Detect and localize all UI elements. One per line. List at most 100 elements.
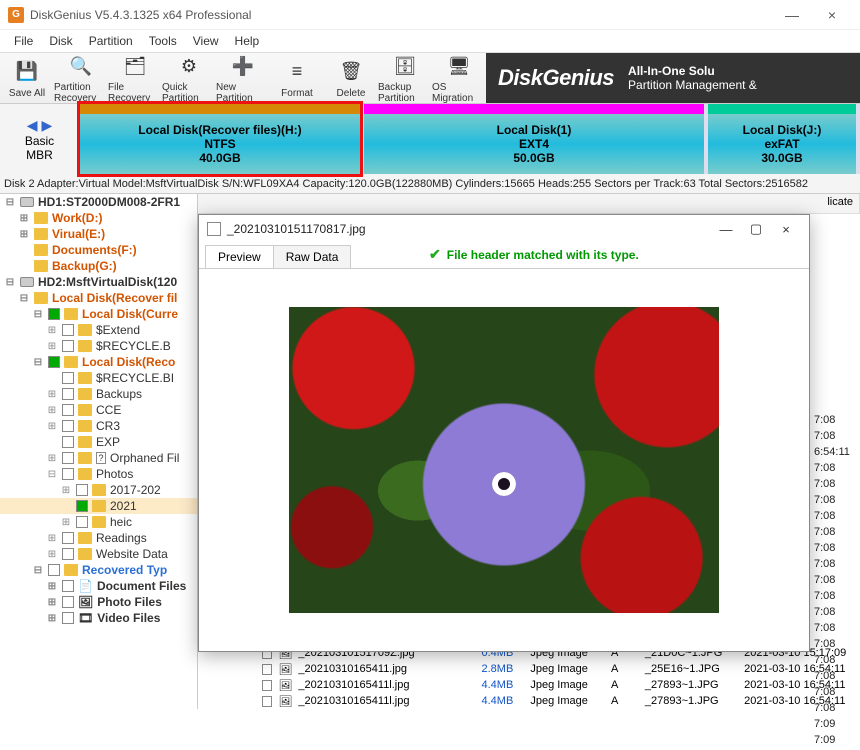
tree-item[interactable]: ⊞$Extend: [0, 322, 197, 338]
checkbox[interactable]: [262, 696, 272, 707]
tree-item[interactable]: 2021: [0, 498, 197, 514]
tree-item[interactable]: Documents(F:): [0, 242, 197, 258]
menu-view[interactable]: View: [187, 32, 225, 50]
tree-item[interactable]: ⊞?Orphaned Fil: [0, 450, 197, 466]
checkbox[interactable]: [262, 664, 272, 675]
preview-minimize[interactable]: —: [711, 222, 741, 237]
tree-item[interactable]: ⊞🎞Video Files: [0, 610, 197, 626]
expand-icon[interactable]: ⊞: [60, 517, 72, 528]
expand-icon[interactable]: ⊟: [4, 197, 16, 208]
checkbox[interactable]: [62, 580, 74, 592]
expand-icon[interactable]: ⊞: [46, 549, 58, 560]
tb-delete[interactable]: 🗑Delete: [324, 58, 378, 99]
expand-icon[interactable]: ⊞: [46, 581, 58, 592]
tree-item[interactable]: ⊟HD2:MsftVirtualDisk(120: [0, 274, 197, 290]
checkbox[interactable]: [62, 388, 74, 400]
checkbox[interactable]: [62, 548, 74, 560]
window-minimize[interactable]: —: [772, 7, 812, 23]
window-close[interactable]: ×: [812, 7, 852, 23]
tree-item[interactable]: ⊞CCE: [0, 402, 197, 418]
tree-item[interactable]: ⊞Work(D:): [0, 210, 197, 226]
tree-item[interactable]: $RECYCLE.BI: [0, 370, 197, 386]
tb-os-migration[interactable]: 🖥OS Migration: [432, 52, 486, 104]
checkbox[interactable]: [62, 532, 74, 544]
menu-file[interactable]: File: [8, 32, 39, 50]
checkbox[interactable]: [62, 324, 74, 336]
checkbox[interactable]: [62, 436, 74, 448]
disk-nav-arrows[interactable]: ◀ ▶: [27, 117, 52, 134]
checkbox[interactable]: [62, 612, 74, 624]
tree-item[interactable]: ⊞📄Document Files: [0, 578, 197, 594]
expand-icon[interactable]: ⊞: [46, 597, 58, 608]
expand-icon[interactable]: ⊟: [32, 309, 44, 320]
preview-titlebar[interactable]: _20210310151170817.jpg — ▢ ×: [199, 215, 809, 243]
tree-item[interactable]: ⊞Backups: [0, 386, 197, 402]
checkbox[interactable]: [62, 372, 74, 384]
expand-icon[interactable]: ⊞: [18, 229, 30, 240]
expand-icon[interactable]: ⊟: [46, 469, 58, 480]
tree-item[interactable]: ⊞Virual(E:): [0, 226, 197, 242]
expand-icon[interactable]: ⊞: [46, 533, 58, 544]
file-row[interactable]: 🖼_20210310165411l.jpg4.4MBJpeg ImageA_27…: [258, 693, 860, 709]
tree-item[interactable]: Backup(G:): [0, 258, 197, 274]
expand-icon[interactable]: ⊞: [46, 613, 58, 624]
tree-item[interactable]: EXP: [0, 434, 197, 450]
partition-h[interactable]: Local Disk(Recover files)(H:) NTFS 40.0G…: [80, 104, 360, 174]
col-duplicate[interactable]: licate: [821, 194, 860, 213]
tree-item[interactable]: ⊟Recovered Typ: [0, 562, 197, 578]
expand-icon[interactable]: ⊞: [46, 325, 58, 336]
expand-icon[interactable]: ⊟: [4, 277, 16, 288]
menu-help[interactable]: Help: [229, 32, 266, 50]
expand-icon[interactable]: ⊞: [46, 453, 58, 464]
checkbox[interactable]: [48, 308, 60, 320]
tree-item[interactable]: ⊞heic: [0, 514, 197, 530]
folder-tree[interactable]: ⊟HD1:ST2000DM008-2FR1⊞Work(D:)⊞Virual(E:…: [0, 194, 198, 709]
tree-item[interactable]: ⊞Readings: [0, 530, 197, 546]
tree-item[interactable]: ⊞CR3: [0, 418, 197, 434]
tree-item[interactable]: ⊟Local Disk(Recover fil: [0, 290, 197, 306]
partition-1[interactable]: Local Disk(1) EXT4 50.0GB: [364, 104, 704, 174]
tree-item[interactable]: ⊞Website Data: [0, 546, 197, 562]
tree-item[interactable]: ⊞2017-202: [0, 482, 197, 498]
expand-icon[interactable]: ⊟: [32, 357, 44, 368]
tab-preview[interactable]: Preview: [205, 245, 274, 268]
expand-icon[interactable]: ⊞: [46, 389, 58, 400]
expand-icon[interactable]: ⊞: [46, 341, 58, 352]
tb-partition-recovery[interactable]: 🔍Partition Recovery: [54, 52, 108, 104]
expand-icon[interactable]: ⊟: [18, 293, 30, 304]
tb-new-partition[interactable]: ➕New Partition: [216, 52, 270, 104]
checkbox[interactable]: [62, 452, 74, 464]
menu-tools[interactable]: Tools: [143, 32, 183, 50]
expand-icon[interactable]: ⊞: [18, 213, 30, 224]
expand-icon[interactable]: ⊞: [60, 485, 72, 496]
partition-j[interactable]: Local Disk(J:) exFAT 30.0GB: [708, 104, 856, 174]
tb-file-recovery[interactable]: 🗂File Recovery: [108, 52, 162, 104]
checkbox[interactable]: [62, 596, 74, 608]
checkbox[interactable]: [62, 420, 74, 432]
file-row[interactable]: 🖼_20210310165411.jpg2.8MBJpeg ImageA_25E…: [258, 661, 860, 677]
checkbox[interactable]: [76, 500, 88, 512]
tb-backup-partition[interactable]: 🗄Backup Partition: [378, 52, 432, 104]
tree-item[interactable]: ⊞$RECYCLE.B: [0, 338, 197, 354]
checkbox[interactable]: [48, 356, 60, 368]
expand-icon[interactable]: ⊞: [46, 405, 58, 416]
checkbox[interactable]: [76, 516, 88, 528]
expand-icon[interactable]: ⊞: [46, 421, 58, 432]
checkbox[interactable]: [62, 468, 74, 480]
expand-icon[interactable]: ⊟: [32, 565, 44, 576]
checkbox[interactable]: [262, 680, 272, 691]
tb-save-all[interactable]: 💾Save All: [0, 58, 54, 99]
tree-item[interactable]: ⊟Local Disk(Reco: [0, 354, 197, 370]
checkbox[interactable]: [62, 404, 74, 416]
menu-partition[interactable]: Partition: [83, 32, 139, 50]
preview-maximize[interactable]: ▢: [741, 221, 771, 237]
checkbox[interactable]: [76, 484, 88, 496]
checkbox[interactable]: [48, 564, 60, 576]
tb-quick-partition[interactable]: ⚙Quick Partition: [162, 52, 216, 104]
preview-close[interactable]: ×: [771, 222, 801, 237]
tree-item[interactable]: ⊟Photos: [0, 466, 197, 482]
tree-item[interactable]: ⊟Local Disk(Curre: [0, 306, 197, 322]
checkbox[interactable]: [62, 340, 74, 352]
tab-raw-data[interactable]: Raw Data: [273, 245, 352, 268]
tb-format[interactable]: ≡Format: [270, 58, 324, 99]
